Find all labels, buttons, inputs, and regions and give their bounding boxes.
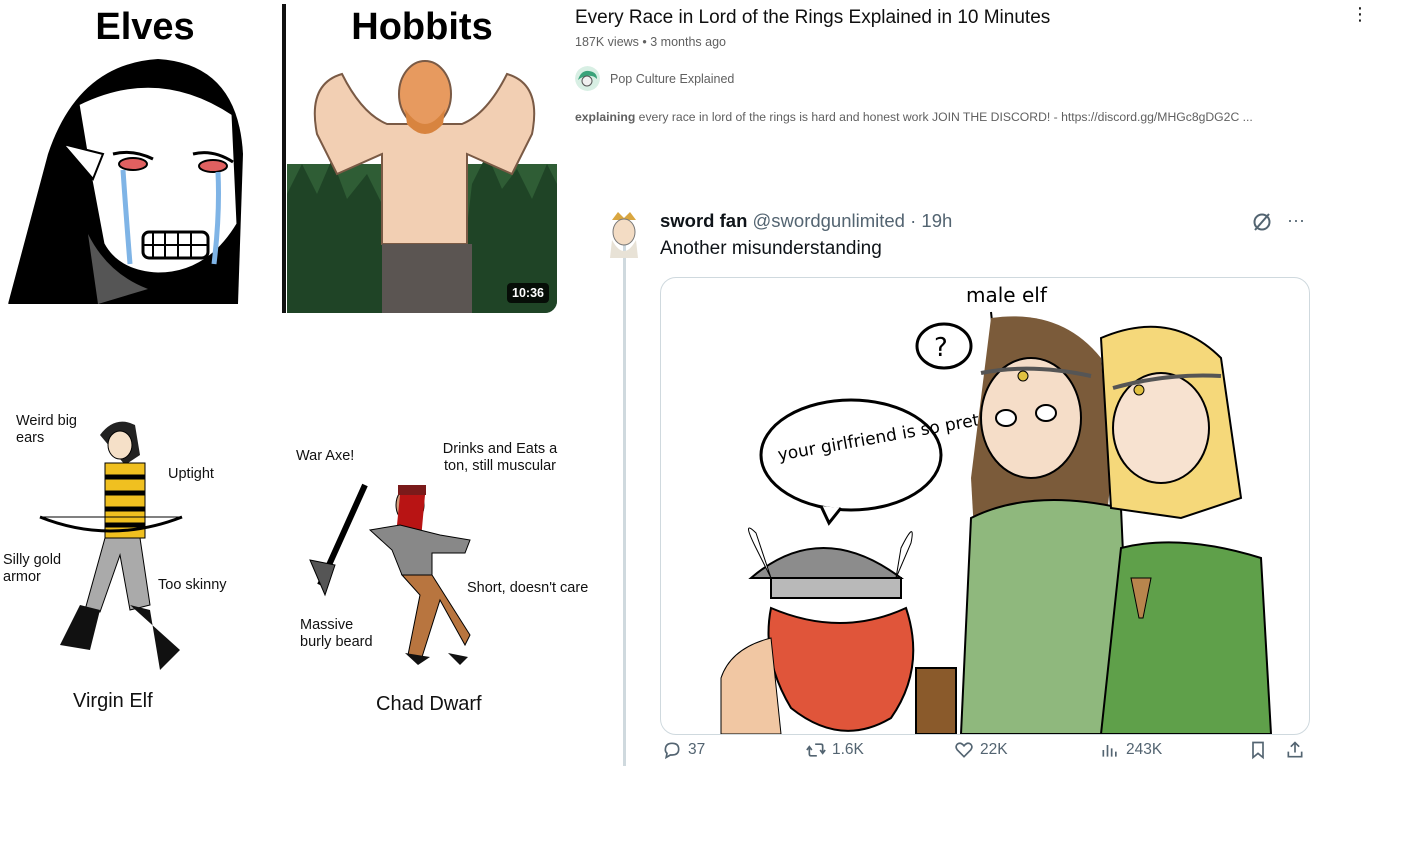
comic-illustration: male elf ? your girlfriend is so pretty! <box>720 283 1273 734</box>
heart-icon <box>955 742 973 758</box>
like-button[interactable]: 22K <box>954 738 1008 762</box>
grok-icon[interactable] <box>1250 210 1274 234</box>
crying-wojak-illustration <box>8 59 243 304</box>
thumbnail-divider <box>282 4 286 313</box>
bookmark-button[interactable] <box>1248 738 1268 762</box>
thumbnail-right-caption: Hobbits <box>351 6 493 48</box>
reply-icon <box>664 742 680 760</box>
dwarf-label-beard: Massive burly beard <box>300 617 373 650</box>
like-count: 22K <box>980 741 1008 758</box>
tweet-timestamp[interactable]: · 19h <box>910 210 952 231</box>
elf-label-skinny: Too skinny <box>158 577 227 593</box>
thumbnail-elves-panel: Elves <box>8 4 282 313</box>
virgin-elf-title: Virgin Elf <box>73 690 153 712</box>
thumbnail-hobbits-panel: Hobbits <box>287 4 557 313</box>
tweet-author-line: sword fan @swordgunlimited · 19h <box>660 210 952 232</box>
tweet-author-handle[interactable]: @swordgunlimited <box>753 210 905 231</box>
tweet-text: Another misunderstanding <box>660 238 882 259</box>
share-icon <box>1287 741 1303 758</box>
kebab-menu-icon[interactable]: ⋮ <box>1350 4 1370 26</box>
virgin-chad-meme: Weird big ears Uptight Silly gold armor … <box>0 395 610 735</box>
comic-question-text: ? <box>934 333 948 363</box>
video-meta: 187K views • 3 months ago <box>575 35 726 49</box>
tweet-author-avatar[interactable] <box>604 210 644 260</box>
elf-label-ears: Weird big ears <box>16 413 77 446</box>
tweet-image[interactable]: male elf ? your girlfriend is so pretty! <box>660 277 1310 735</box>
muscular-hobbit-illustration <box>287 60 557 313</box>
reply-button[interactable]: 37 <box>662 738 705 762</box>
thread-line <box>623 238 626 766</box>
views-count: 243K <box>1126 741 1163 758</box>
video-title-link[interactable]: Every Race in Lord of the Rings Explaine… <box>575 7 1050 29</box>
elf-label-armor: Silly gold armor <box>3 552 62 585</box>
more-options-icon[interactable]: ··· <box>1284 210 1308 234</box>
elf-label-uptight: Uptight <box>168 466 214 482</box>
comic-top-text: male elf <box>966 283 1048 307</box>
channel-name-link[interactable]: Pop Culture Explained <box>610 72 734 86</box>
share-button[interactable] <box>1285 738 1305 762</box>
repost-button[interactable]: 1.6K <box>806 738 864 762</box>
chad-dwarf-title: Chad Dwarf <box>376 693 482 715</box>
video-duration-badge: 10:36 <box>507 283 549 303</box>
bookmark-icon <box>1252 741 1264 760</box>
tweet-author-name[interactable]: sword fan <box>660 210 747 231</box>
repost-icon <box>806 743 826 757</box>
description-highlight: explaining <box>575 110 636 124</box>
video-thumbnail[interactable]: Elves Hobbits 10:36 <box>8 4 557 313</box>
dwarf-label-drinks: Drinks and Eats a ton, still muscular <box>442 441 558 474</box>
channel-avatar[interactable] <box>575 66 600 91</box>
repost-count: 1.6K <box>832 741 864 758</box>
reply-count: 37 <box>688 741 706 758</box>
analytics-icon <box>1102 745 1117 757</box>
dwarf-label-axe: War Axe! <box>296 448 355 464</box>
views-button[interactable]: 243K <box>1100 738 1162 762</box>
dwarf-label-short: Short, doesn't care <box>467 580 589 596</box>
description-text: every race in lord of the rings is hard … <box>635 110 1253 124</box>
video-description: explaining every race in lord of the rin… <box>575 110 1253 124</box>
